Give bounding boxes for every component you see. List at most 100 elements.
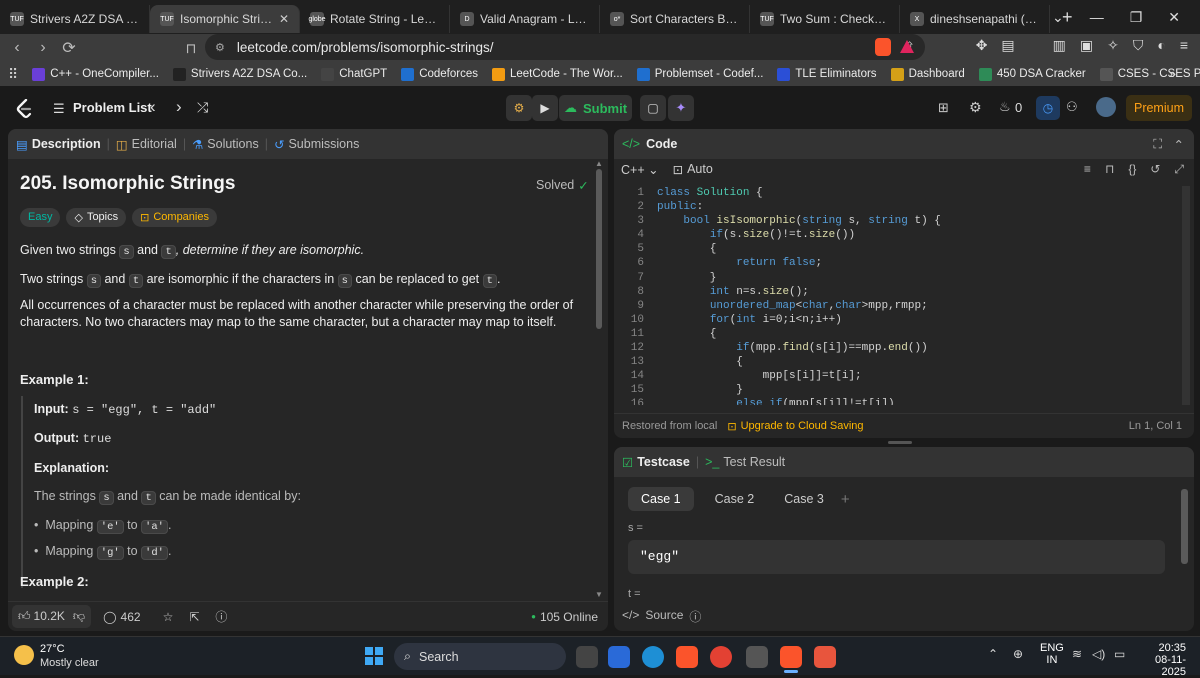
bookmark-item[interactable]: C++ - OneCompiler... <box>32 67 159 81</box>
topics-button[interactable]: ◇ Topics <box>66 208 127 227</box>
clock[interactable]: 20:35 08-11-2025 <box>1134 642 1186 678</box>
brave-shield-icon[interactable] <box>875 38 891 56</box>
add-friend-icon[interactable]: ⚇ <box>1066 99 1078 115</box>
tab-testcase[interactable]: ☑ Testcase <box>622 455 690 470</box>
tab-editorial[interactable]: ◫ Editorial <box>116 137 177 152</box>
language-select[interactable]: C++ ⌄ <box>621 162 659 177</box>
bookmark-item[interactable]: ChatGPT <box>321 67 387 81</box>
problem-list-icon[interactable]: ☰ <box>53 101 65 117</box>
bookmark-icon[interactable]: ⊓ <box>178 40 204 57</box>
bookmark-icon[interactable]: ⊓ <box>1105 162 1114 177</box>
case-2-tab[interactable]: Case 2 <box>702 487 768 511</box>
auto-mode[interactable]: ⊡ Auto <box>673 162 713 177</box>
wallet-icon[interactable]: ▣ <box>1080 37 1093 54</box>
comments-button[interactable]: ◯ 462 <box>103 610 140 624</box>
language-indicator[interactable]: ENG IN <box>1040 642 1064 666</box>
tab-test-result[interactable]: >_ Test Result <box>705 455 785 469</box>
maximize-icon[interactable]: ⛶ <box>1153 137 1162 152</box>
restore-button[interactable]: ❐ <box>1130 9 1143 26</box>
browser-tab[interactable]: TUFIsomorphic Strings - L✕ <box>150 5 300 33</box>
address-bar[interactable]: ⚙ leetcode.com/problems/isomorphic-strin… <box>205 34 925 60</box>
submit-button[interactable]: ☁ Submit <box>559 95 632 121</box>
layout-icon[interactable]: ⊞ <box>938 100 949 116</box>
more-bookmarks-icon[interactable]: » <box>1169 66 1176 81</box>
windows-start-icon[interactable] <box>365 647 383 665</box>
sidebar-icon[interactable]: ▥ <box>1053 37 1066 54</box>
premium-button[interactable]: Premium <box>1126 95 1192 121</box>
testcase-scrollbar[interactable] <box>1181 489 1188 564</box>
tab-search-icon[interactable]: ⌄ <box>1052 9 1064 26</box>
editor-scrollbar[interactable] <box>1182 186 1190 405</box>
help-icon[interactable]: ⓘ <box>215 608 227 625</box>
fullscreen-icon[interactable]: ⤢ <box>1174 162 1184 177</box>
code-editor[interactable]: 1 2 3 4 5 6 7 8 9 10 11 12 13 14 15 16 class Solution {… <box>614 186 1194 405</box>
source-link[interactable]: </> Source ⓘ <box>622 608 701 625</box>
vpn-icon[interactable]: ⛉ <box>1133 37 1144 54</box>
avatar[interactable] <box>1096 97 1116 117</box>
browser-tab[interactable]: TUFStrivers A2Z DSA Course/S <box>0 5 150 33</box>
run-button[interactable]: ▶ <box>532 95 558 121</box>
bookmark-item[interactable]: LeetCode - The Wor... <box>492 67 623 81</box>
browser-tab[interactable]: TUFTwo Sum : Check if a pair <box>750 5 900 33</box>
companies-button[interactable]: ⊡ Companies <box>132 208 217 227</box>
collapse-icon[interactable]: ⌃ <box>1174 137 1184 152</box>
brave-active-icon[interactable] <box>780 646 802 668</box>
add-case-icon[interactable]: + <box>841 491 850 508</box>
close-tab-icon[interactable]: ✕ <box>279 12 289 26</box>
tab-solutions[interactable]: ⚗ Solutions <box>192 137 259 152</box>
battery-icon[interactable]: ▭ <box>1114 647 1125 661</box>
s-input[interactable]: "egg" <box>628 540 1165 574</box>
case-1-tab[interactable]: Case 1 <box>628 487 694 511</box>
bookmark-item[interactable]: 450 DSA Cracker <box>978 67 1086 81</box>
account-icon[interactable]: ◐ <box>1157 37 1165 54</box>
close-window-button[interactable]: ✕ <box>1168 9 1180 26</box>
tab-description[interactable]: ▤ Description <box>16 137 101 152</box>
description-scrollbar[interactable] <box>596 169 602 329</box>
problem-list-link[interactable]: Problem List <box>73 100 152 115</box>
format-icon[interactable]: ≡ <box>1084 162 1091 177</box>
timer-icon[interactable]: ◷ <box>1036 96 1060 120</box>
task-view-icon[interactable] <box>576 646 598 668</box>
browser-tab[interactable]: o*Sort Characters By Frequen <box>600 5 750 33</box>
bookmark-item[interactable]: Problemset - Codef... <box>636 67 763 81</box>
ai-sparkle-icon[interactable]: ✦ <box>668 95 694 121</box>
thumbs-down-icon[interactable]: 👎︎ <box>73 609 85 624</box>
site-info-icon[interactable]: ⚙ <box>215 41 225 54</box>
next-problem-icon[interactable]: › <box>176 97 182 117</box>
brave-beta-icon[interactable] <box>814 646 836 668</box>
wifi-icon[interactable]: ≋ <box>1072 647 1082 661</box>
star-icon[interactable]: ☆ <box>163 610 174 624</box>
resize-handle[interactable] <box>888 441 912 444</box>
tray-chevron-icon[interactable]: ⌃ <box>988 647 998 661</box>
extensions-icon[interactable]: ✥ <box>976 37 988 54</box>
bookmark-item[interactable]: Strivers A2Z DSA Co... <box>172 67 307 81</box>
difficulty-badge[interactable]: Easy <box>20 208 61 227</box>
brave-icon[interactable] <box>676 646 698 668</box>
prev-problem-icon[interactable]: ‹ <box>150 97 156 117</box>
braces-icon[interactable]: {} <box>1128 162 1136 177</box>
menu-icon[interactable]: ≡ <box>1180 37 1188 54</box>
fire-icon[interactable]: ♨ <box>999 99 1011 115</box>
leo-icon[interactable]: ✧ <box>1107 37 1119 54</box>
settings-icon[interactable]: ⚙ <box>969 99 982 116</box>
weather-icon[interactable] <box>14 645 34 665</box>
browser-tab[interactable]: Xdineshsenapathi (@dsena <box>900 5 1050 33</box>
back-icon[interactable]: ‹ <box>4 39 30 57</box>
bookmark-item[interactable]: Codeforces <box>401 67 478 81</box>
browser-tab[interactable]: DValid Anagram - LeetCode <box>450 5 600 33</box>
leetcode-logo-icon[interactable] <box>16 99 32 119</box>
translate-icon[interactable]: ▤ <box>1001 37 1014 54</box>
browser-tab[interactable]: globeRotate String - LeetCode <box>300 5 450 33</box>
scroll-down-icon[interactable]: ▼ <box>595 590 603 599</box>
chrome-icon[interactable] <box>710 646 732 668</box>
bookmark-item[interactable]: CSES - CSES Proble... <box>1099 67 1200 81</box>
bookmark-item[interactable]: TLE Eliminators <box>777 67 877 81</box>
apps-grid-icon[interactable]: ⠿ <box>8 66 18 83</box>
reload-icon[interactable]: ⟳ <box>56 38 82 58</box>
random-problem-icon[interactable]: ⤮ <box>197 99 208 116</box>
minimize-button[interactable]: — <box>1090 9 1104 25</box>
share-link-icon[interactable]: ⇱ <box>189 610 199 624</box>
volume-icon[interactable]: ◁) <box>1092 647 1105 661</box>
edge-icon[interactable] <box>642 646 664 668</box>
brave-rewards-icon[interactable] <box>900 40 914 53</box>
